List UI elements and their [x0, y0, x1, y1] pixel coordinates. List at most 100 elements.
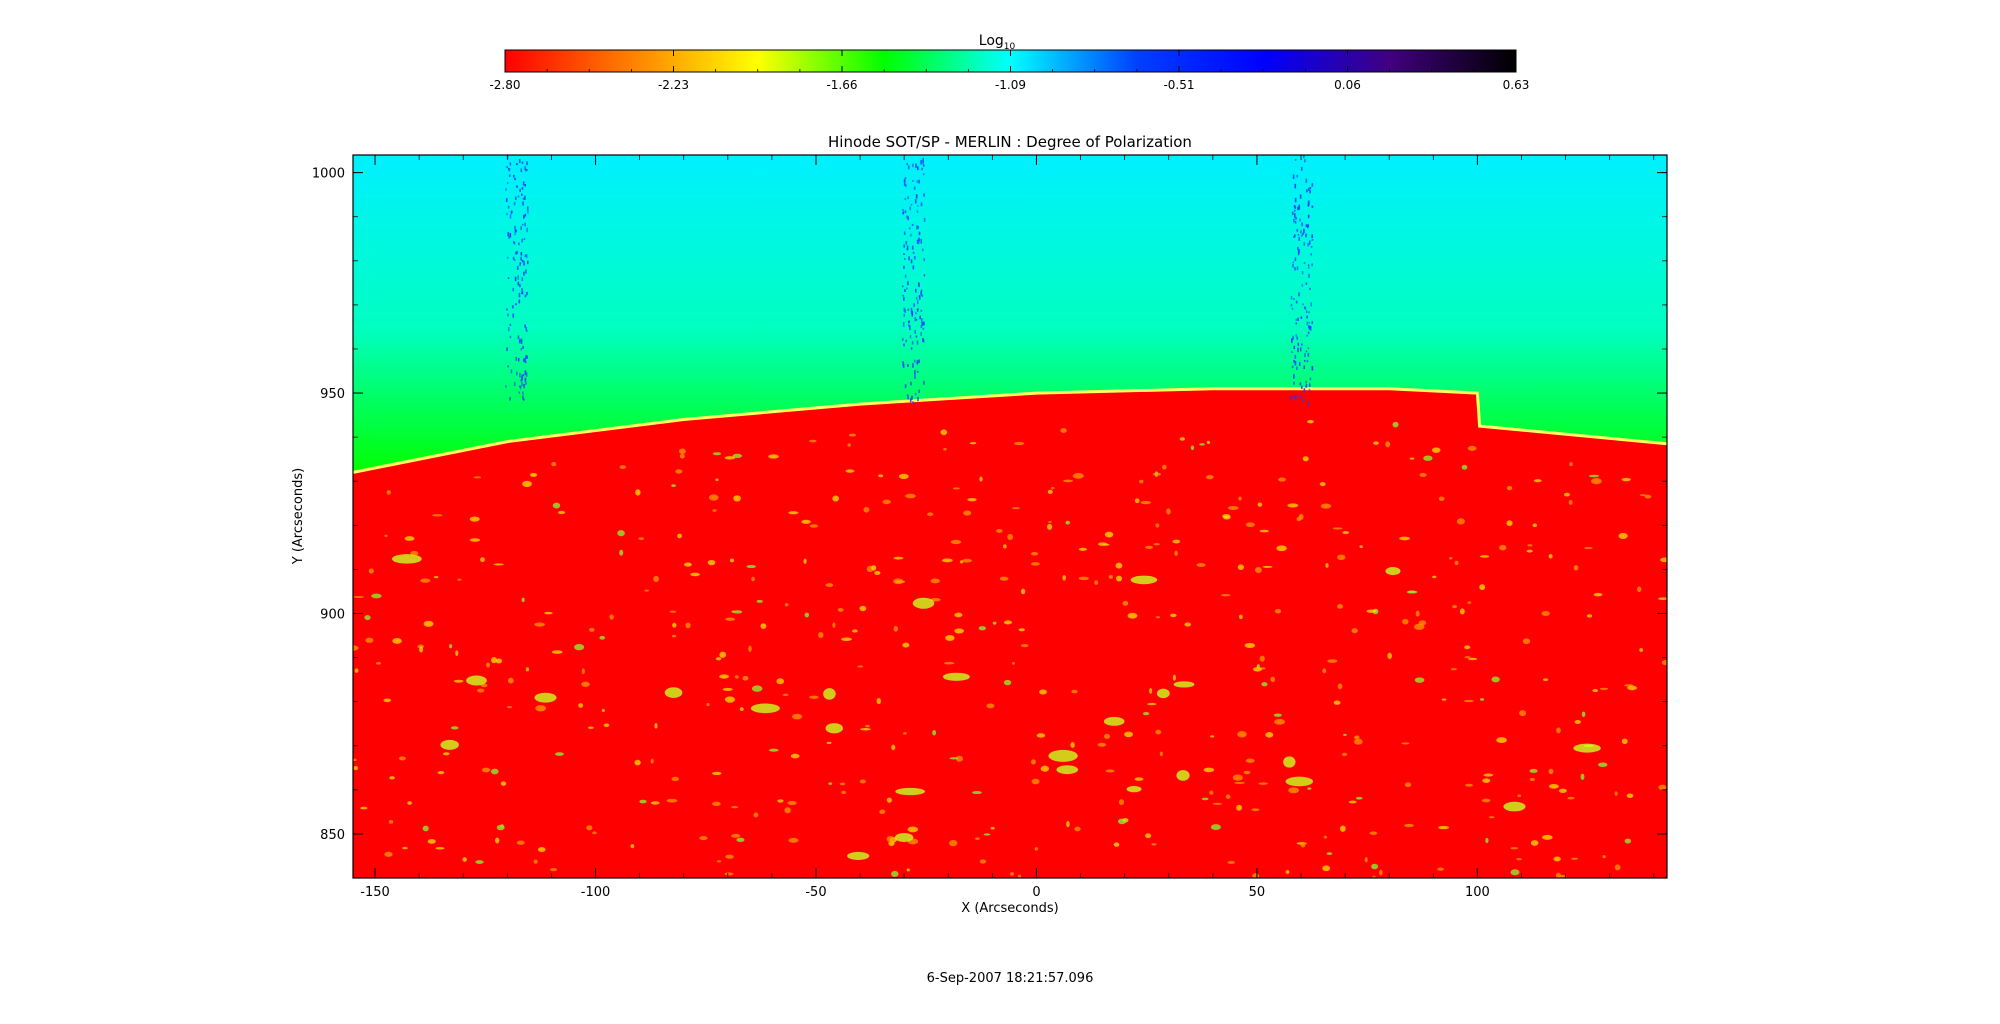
streak-speck [508, 326, 510, 332]
streak-speck [906, 394, 909, 397]
streak-speck [918, 389, 920, 393]
feature-patch [491, 656, 497, 664]
feature-patch [902, 732, 907, 735]
feature-patch [1569, 461, 1573, 467]
feature-patch [1342, 531, 1350, 535]
streak-speck [1303, 155, 1305, 159]
feature-patch [1017, 874, 1022, 878]
feature-patch [617, 530, 625, 537]
streak-speck [1298, 204, 1301, 209]
streak-speck [902, 363, 905, 369]
streak-speck [520, 226, 522, 231]
streak-speck [916, 370, 919, 373]
streak-speck [517, 281, 520, 286]
streak-speck [1311, 205, 1314, 208]
feature-patch [803, 558, 807, 564]
feature-patch [742, 675, 749, 681]
feature-patch [902, 642, 910, 648]
feature-patch [1516, 857, 1523, 861]
feature-patch [906, 868, 910, 872]
streak-speck [915, 312, 917, 315]
feature-patch [1533, 479, 1542, 483]
feature-patch [1529, 777, 1535, 782]
streak-speck [507, 313, 509, 317]
streak-speck [520, 193, 523, 196]
feature-patch [960, 560, 964, 564]
feature-patch [1122, 600, 1129, 606]
feature-patch [879, 809, 886, 814]
streak-speck [507, 277, 510, 279]
streak-speck [509, 397, 511, 401]
feature-patch [1527, 544, 1533, 547]
feature-patch [1419, 472, 1427, 477]
streak-speck [1311, 234, 1314, 238]
streak-speck [519, 385, 521, 388]
streak-speck [903, 313, 906, 317]
feature-patch [1431, 447, 1441, 453]
streak-speck [1305, 178, 1308, 183]
feature-patch [1399, 536, 1411, 541]
feature-patch [1639, 648, 1644, 652]
feature-patch [809, 439, 817, 443]
streak-speck [1292, 335, 1294, 340]
streak-speck [923, 321, 925, 326]
colorbar-tick-label: -2.23 [658, 78, 689, 92]
streak-speck [918, 231, 921, 236]
streak-speck [910, 233, 912, 237]
feature-patch [1243, 770, 1251, 775]
streak-speck [1296, 229, 1299, 232]
feature-patch [1326, 852, 1333, 855]
streak-speck [507, 365, 509, 368]
streak-speck [1293, 234, 1296, 238]
streak-speck [901, 285, 904, 288]
feature-patch [609, 614, 614, 620]
feature-patch [930, 578, 940, 584]
feature-patch [671, 484, 676, 488]
streak-speck [922, 160, 924, 165]
feature-patch [469, 538, 481, 542]
feature-patch [1210, 735, 1215, 738]
feature-patch [1172, 674, 1176, 681]
feature-patch [1094, 580, 1099, 585]
feature-patch [1010, 872, 1014, 876]
feature-patch [1556, 727, 1561, 734]
feature-patch [630, 844, 635, 849]
feature-patch [1488, 816, 1495, 819]
streak-speck [1308, 325, 1310, 328]
streak-speck [1299, 194, 1302, 199]
streak-speck [524, 222, 526, 227]
streak-speck [1304, 159, 1306, 163]
feature-patch [969, 442, 977, 445]
y-tick-label: 950 [320, 387, 345, 402]
streak-speck [517, 357, 520, 362]
feature-patch [1580, 773, 1585, 780]
feature-patch [760, 623, 767, 629]
feature-patch [1287, 503, 1299, 508]
feature-patch [963, 510, 972, 516]
feature-patch [1145, 833, 1152, 839]
feature-patch [683, 562, 692, 567]
streak-speck [904, 274, 907, 278]
feature-patch [433, 576, 439, 579]
feature-patch [354, 668, 359, 673]
feature-patch [859, 605, 867, 612]
y-tick-label: 850 [320, 828, 345, 843]
feature-patch [974, 837, 980, 840]
feature-patch [1423, 455, 1433, 461]
streak-speck [510, 369, 513, 374]
feature-patch [1463, 699, 1474, 703]
feature-patch [949, 839, 958, 847]
feature-patch [1210, 824, 1221, 831]
feature-patch [1438, 496, 1445, 502]
feature-patch [672, 622, 677, 628]
streak-speck [521, 277, 524, 282]
streak-speck [523, 261, 525, 266]
streak-speck [1305, 350, 1308, 353]
feature-patch [777, 799, 784, 803]
feature-patch [1201, 797, 1209, 801]
feature-cluster [823, 688, 836, 700]
feature-patch [893, 578, 904, 585]
feature-patch [1166, 508, 1171, 515]
feature-patch [1621, 738, 1628, 745]
feature-cluster [942, 672, 970, 681]
